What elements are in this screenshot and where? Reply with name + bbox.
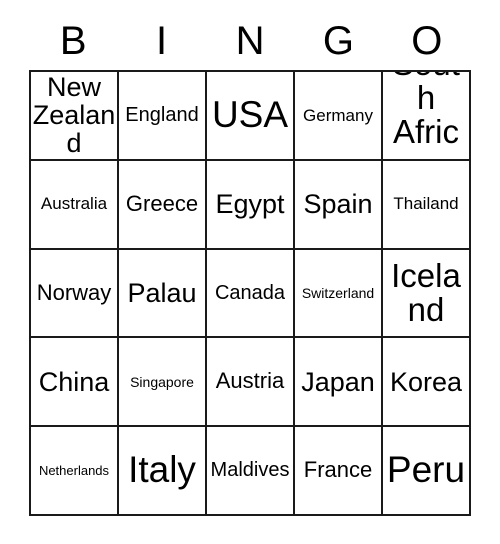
bingo-cell-g3[interactable]: Switzerland xyxy=(295,249,383,339)
bingo-cell-b3[interactable]: Norway xyxy=(31,249,119,339)
bingo-cell-label: Germany xyxy=(303,105,373,125)
bingo-cell-label: Maldives xyxy=(210,459,290,482)
bingo-cell-o1[interactable]: South Africa xyxy=(383,72,471,161)
bingo-cell-label: Singapore xyxy=(130,373,194,390)
bingo-cell-b2[interactable]: Australia xyxy=(31,160,119,250)
bingo-card: B I N G O New Zealand England USA German… xyxy=(0,0,500,544)
bingo-cell-n4[interactable]: Austria xyxy=(207,338,295,428)
bingo-cell-b5[interactable]: Netherlands xyxy=(31,427,119,516)
bingo-header-letter-i: I xyxy=(156,19,168,63)
bingo-header: B I N G O xyxy=(29,12,471,70)
bingo-cell-label: Thailand xyxy=(393,194,459,214)
bingo-cell-label: USA xyxy=(211,94,289,136)
bingo-cell-label: New Zealand xyxy=(32,72,116,159)
bingo-cell-n1[interactable]: USA xyxy=(207,72,295,161)
bingo-cell-label: England xyxy=(125,104,199,126)
bingo-header-letter-b: B xyxy=(59,19,87,63)
bingo-header-letter-n: N xyxy=(235,19,265,63)
bingo-cell-label: Switzerland xyxy=(301,284,375,301)
bingo-cell-i1[interactable]: England xyxy=(119,72,207,161)
bingo-cell-label: Korea xyxy=(389,366,463,397)
bingo-cell-o5[interactable]: Peru xyxy=(383,427,471,516)
bingo-cell-n5[interactable]: Maldives xyxy=(207,427,295,516)
bingo-cell-o4[interactable]: Korea xyxy=(383,338,471,428)
bingo-cell-i3[interactable]: Palau xyxy=(119,249,207,339)
bingo-cell-g4[interactable]: Japan xyxy=(295,338,383,428)
bingo-cell-i4[interactable]: Singapore xyxy=(119,338,207,428)
bingo-cell-label: France xyxy=(303,457,373,483)
bingo-cell-b1[interactable]: New Zealand xyxy=(31,72,119,161)
bingo-cell-label: Norway xyxy=(36,279,112,305)
bingo-grid: New Zealand England USA Germany South Af… xyxy=(29,70,471,516)
bingo-header-letter-o: O xyxy=(411,19,443,63)
bingo-cell-label: Spain xyxy=(303,189,373,220)
bingo-cell-label: Egypt xyxy=(215,189,285,220)
bingo-cell-label: Australia xyxy=(40,194,108,214)
bingo-cell-label: Austria xyxy=(215,368,285,394)
bingo-cell-label: China xyxy=(38,366,110,397)
bingo-cell-n2[interactable]: Egypt xyxy=(207,160,295,250)
bingo-cell-label: Netherlands xyxy=(38,462,110,478)
bingo-cell-g1[interactable]: Germany xyxy=(295,72,383,161)
bingo-cell-label: Palau xyxy=(127,277,197,308)
bingo-cell-i5[interactable]: Italy xyxy=(119,427,207,516)
bingo-cell-b4[interactable]: China xyxy=(31,338,119,428)
bingo-cell-label: Peru xyxy=(386,449,466,491)
bingo-cell-o2[interactable]: Thailand xyxy=(383,160,471,250)
bingo-cell-label: Greece xyxy=(125,190,199,216)
bingo-cell-o3[interactable]: Iceland xyxy=(383,249,471,339)
bingo-cell-g2[interactable]: Spain xyxy=(295,160,383,250)
bingo-cell-i2[interactable]: Greece xyxy=(119,160,207,250)
bingo-cell-label: Iceland xyxy=(391,256,461,328)
bingo-cell-label: Japan xyxy=(301,366,375,397)
bingo-header-letter-g: G xyxy=(322,19,354,63)
bingo-cell-label: Italy xyxy=(128,449,196,491)
bingo-cell-n3[interactable]: Canada xyxy=(207,249,295,339)
bingo-cell-label: South Africa xyxy=(392,72,460,159)
bingo-cell-label: Canada xyxy=(214,281,286,304)
bingo-cell-g5[interactable]: France xyxy=(295,427,383,516)
